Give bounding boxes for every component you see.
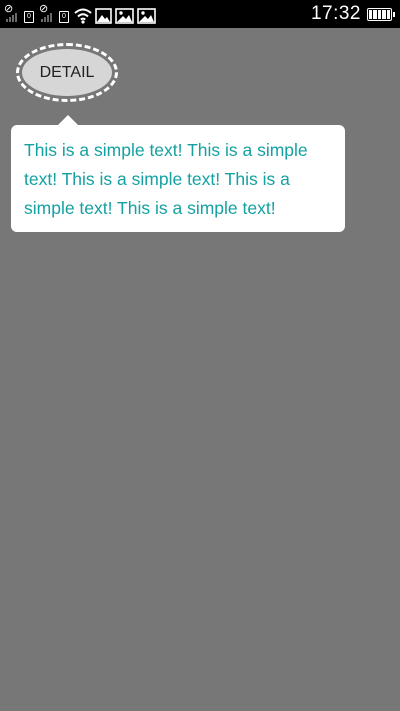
detail-button[interactable]: DETAIL (16, 43, 118, 102)
tooltip-text: This is a simple text! This is a simple … (24, 140, 308, 218)
clock: 17:32 (310, 3, 361, 24)
wifi-icon (74, 8, 92, 24)
detail-button-label[interactable]: DETAIL (22, 49, 112, 96)
tooltip-popup: This is a simple text! This is a simple … (11, 115, 345, 232)
status-icons-right: 17:32 (310, 0, 395, 28)
sim2-signal-icon: ⊘ 0 (39, 4, 71, 24)
image-notification-icon (137, 8, 156, 24)
image-notification-icon (115, 8, 134, 24)
sim2-label: 0 (59, 11, 69, 23)
image-notification-icon (95, 8, 112, 24)
sim1-signal-icon: ⊘ 0 (4, 4, 36, 24)
status-icons-left: ⊘ 0 ⊘ 0 (4, 4, 156, 24)
status-bar: ⊘ 0 ⊘ 0 17:32 (0, 0, 400, 28)
battery-icon (367, 7, 395, 21)
sim1-label: 0 (24, 11, 34, 23)
